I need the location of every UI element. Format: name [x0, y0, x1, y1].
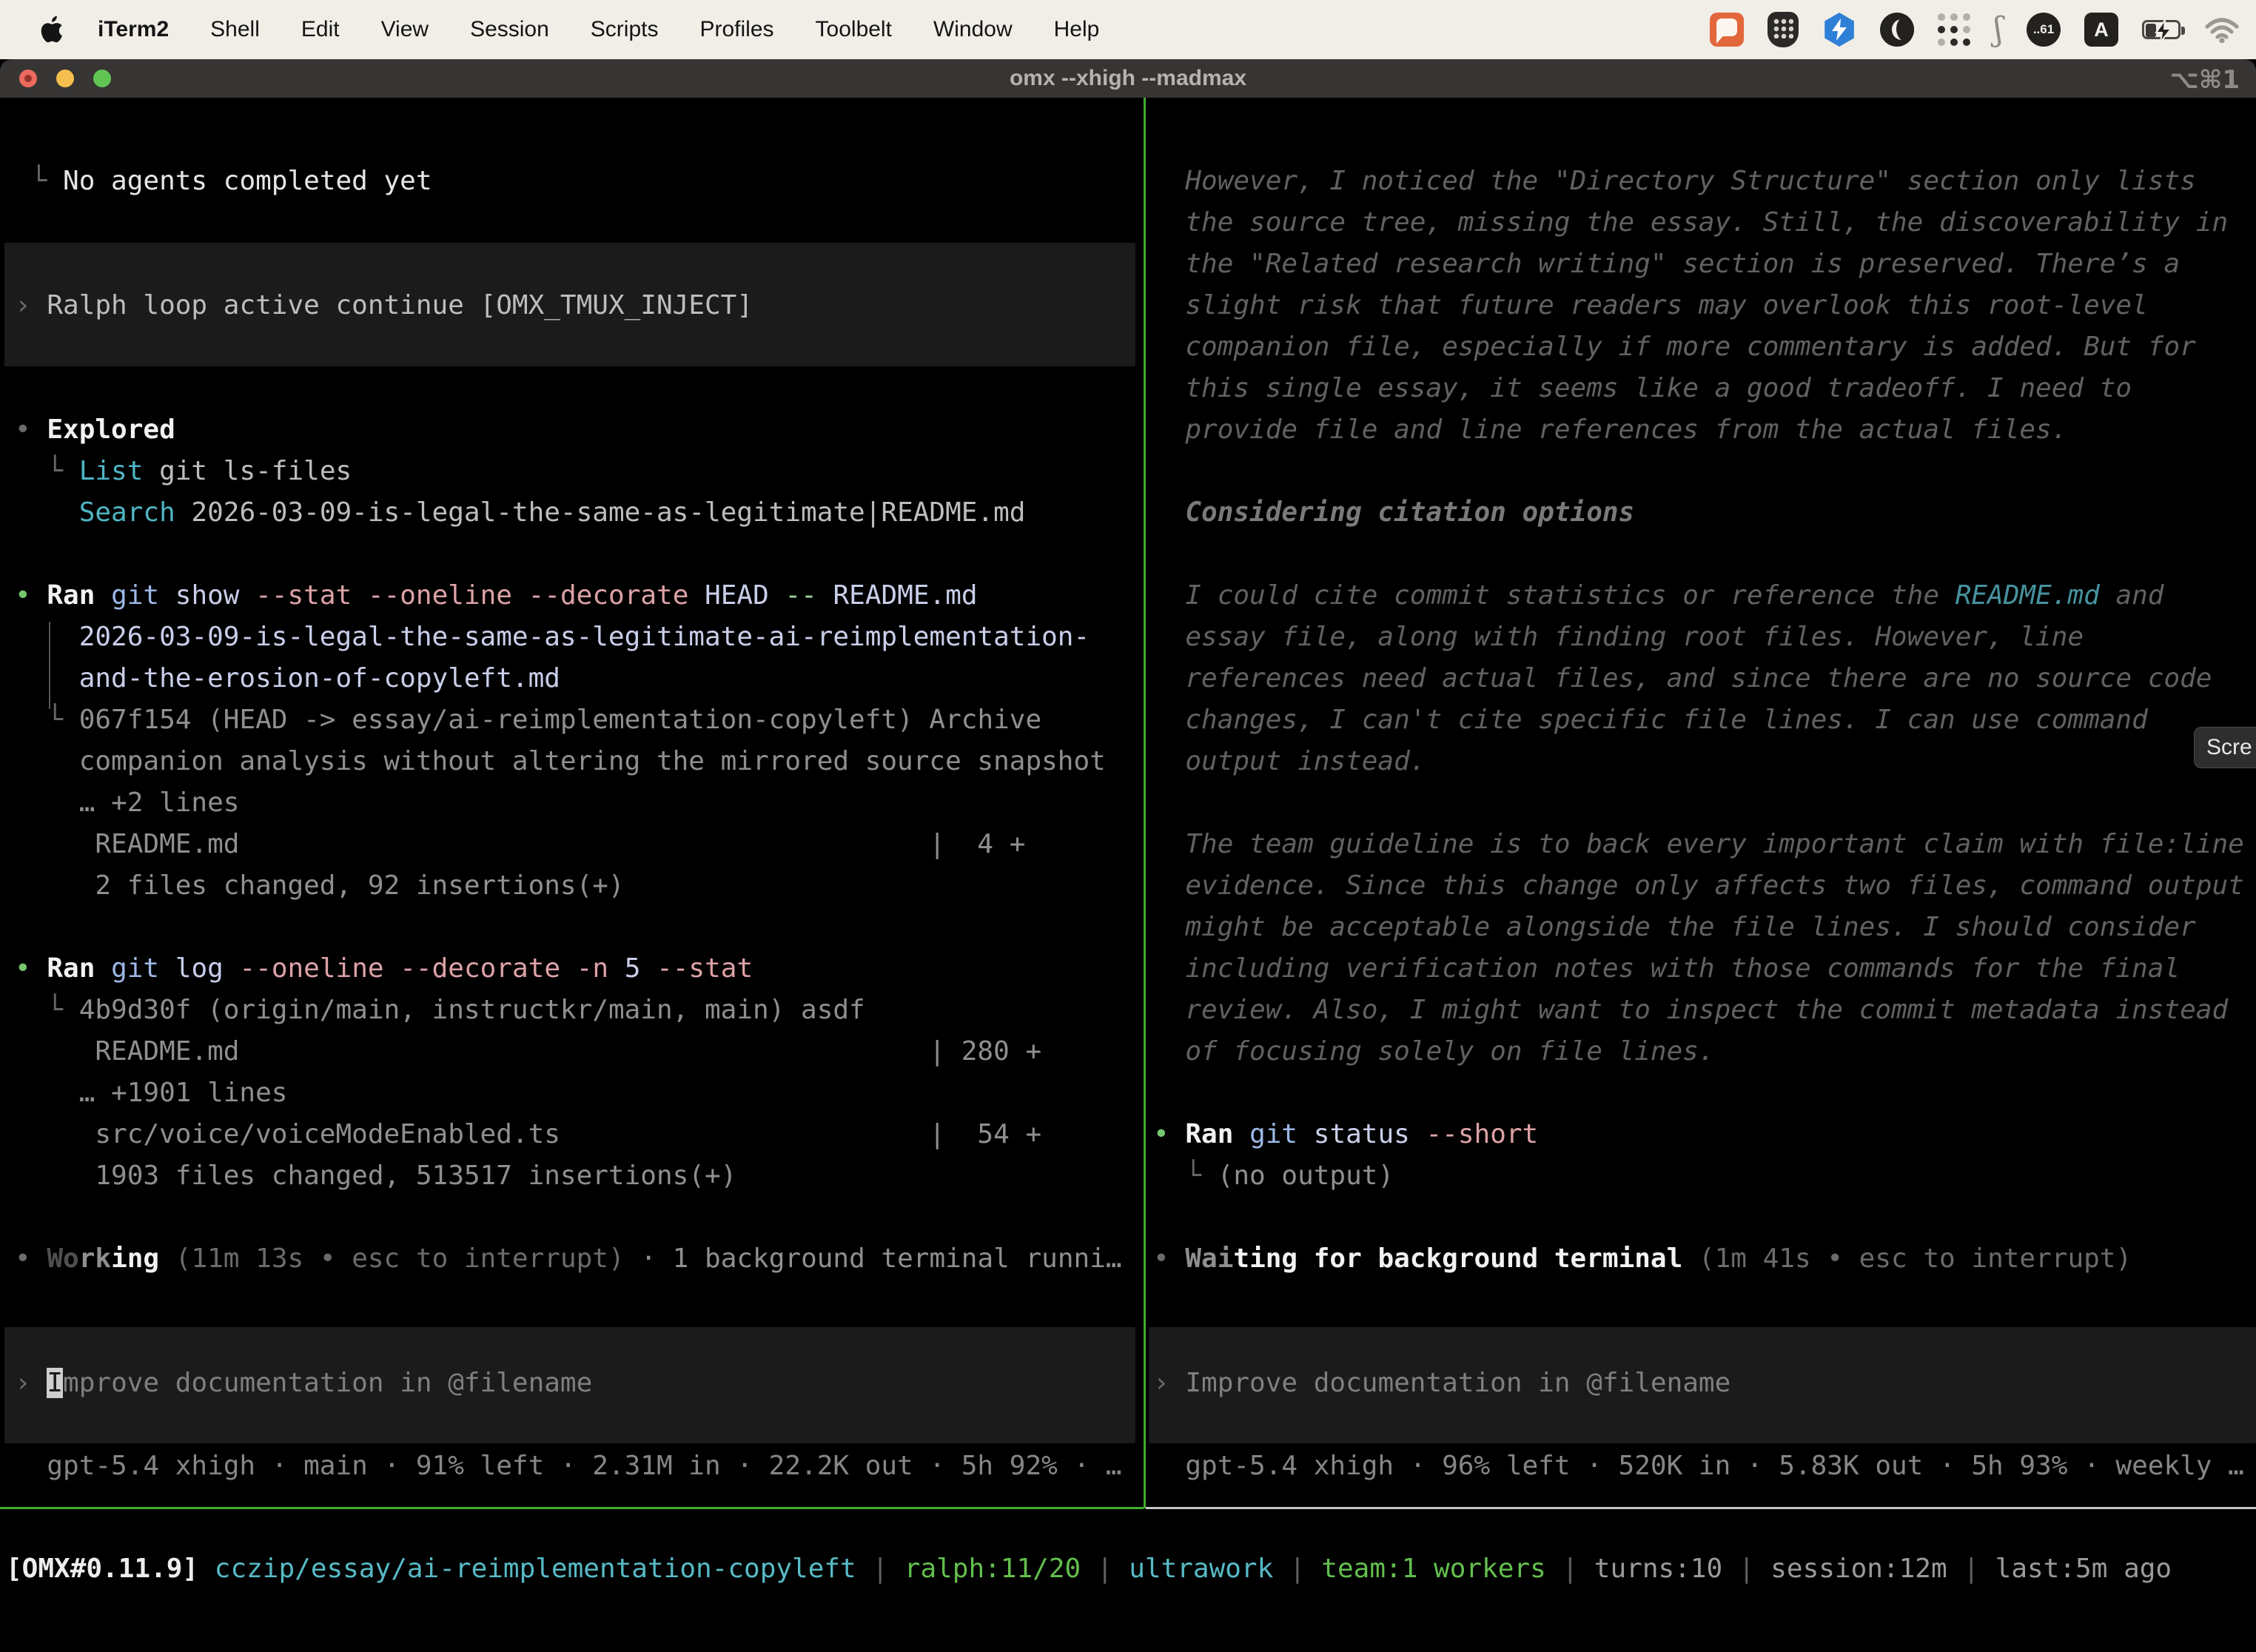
pane-border-bottom-active	[0, 1507, 1144, 1509]
iterm-window: omx --xhigh --madmax ⌥⌘1 └ No agents com…	[0, 59, 2256, 1652]
terminal-line: changes, I can't cite specific file line…	[1153, 699, 2148, 741]
terminal-line: the source tree, missing the essay. Stil…	[1153, 202, 2228, 244]
terminal-line: this single essay, it seems like a good …	[1153, 368, 2132, 409]
menu-status-icons: ʃ ..61 A	[1710, 12, 2256, 47]
terminal-line: • Explored	[15, 409, 175, 451]
moon-icon[interactable]	[1880, 13, 1914, 47]
terminal-line: However, I noticed the "Directory Struct…	[1153, 161, 2196, 202]
screen-overlay-tooltip: Scre	[2194, 727, 2256, 768]
terminal-line: └ List git ls-files	[15, 451, 352, 492]
terminal-line: └ 4b9d30f (origin/main, instructkr/main,…	[15, 990, 865, 1031]
menu-item-session[interactable]: Session	[449, 17, 570, 42]
dots-grid-icon[interactable]	[1938, 13, 1970, 46]
hook-icon[interactable]: ʃ	[1994, 13, 2003, 47]
terminal-line: README.md | 4 +	[15, 824, 1025, 865]
terminal-line: provide file and line references from th…	[1153, 409, 2067, 451]
terminal-line: I could cite commit statistics or refere…	[1153, 575, 2163, 617]
menu-item-toolbelt[interactable]: Toolbelt	[795, 17, 913, 42]
menu-item-scripts[interactable]: Scripts	[570, 17, 679, 42]
terminal-line: … +1901 lines	[15, 1072, 287, 1114]
terminal-line: of focusing solely on file lines.	[1153, 1031, 1715, 1072]
terminal-line: • Waiting for background terminal (1m 41…	[1153, 1238, 2132, 1280]
circle-61-icon[interactable]: ..61	[2027, 13, 2061, 47]
terminal-line: the "Related research writing" section i…	[1153, 244, 2180, 285]
terminal-line: • Ran git status --short	[1153, 1114, 1538, 1155]
terminal-line: slight risk that future readers may over…	[1153, 285, 2148, 326]
chat-icon[interactable]	[1710, 13, 1744, 47]
apple-logo-icon[interactable]	[38, 15, 64, 44]
terminal-line: 2026-03-09-is-legal-the-same-as-legitima…	[15, 617, 1090, 658]
terminal-line: • Ran git show --stat --oneline --decora…	[15, 575, 978, 617]
terminal-line: 2 files changed, 92 insertions(+)	[15, 865, 625, 907]
wifi-icon[interactable]	[2204, 16, 2240, 43]
terminal-line: gpt-5.4 xhigh · main · 91% left · 2.31M …	[15, 1446, 1122, 1487]
terminal-line: › Improve documentation in @filename	[15, 1363, 592, 1404]
battery-icon[interactable]	[2142, 20, 2181, 39]
pane-divider-vertical[interactable]	[1144, 98, 1146, 1508]
pane-border-bottom-inactive	[1146, 1507, 2256, 1509]
terminal-line: The team guideline is to back every impo…	[1153, 824, 2244, 865]
menu-item-window[interactable]: Window	[913, 17, 1033, 42]
terminal-line: src/voice/voiceModeEnabled.ts | 54 +	[15, 1114, 1041, 1155]
terminal-line: 1903 files changed, 513517 insertions(+)	[15, 1155, 736, 1197]
menu-item-profiles[interactable]: Profiles	[679, 17, 794, 42]
terminal-line: essay file, along with finding root file…	[1153, 617, 2084, 658]
terminal-line: └ (no output)	[1153, 1155, 1394, 1197]
terminal-line: Search 2026-03-09-is-legal-the-same-as-l…	[15, 492, 1025, 534]
menu-item-help[interactable]: Help	[1033, 17, 1121, 42]
terminal-line: • Ran git log --oneline --decorate -n 5 …	[15, 948, 753, 990]
terminal-line: review. Also, I might want to inspect th…	[1153, 990, 2228, 1031]
terminal-line: … +2 lines	[15, 782, 239, 824]
terminal-area: └ No agents completed yet › Ralph loop ac…	[0, 98, 2256, 1652]
terminal-line: evidence. Since this change only affects…	[1153, 865, 2244, 907]
terminal-line: and-the-erosion-of-copyleft.md	[15, 658, 560, 699]
hex-bolt-icon[interactable]	[1822, 13, 1856, 47]
terminal-line: including verification notes with those …	[1153, 948, 2180, 990]
window-title-bar[interactable]: omx --xhigh --madmax ⌥⌘1	[0, 59, 2256, 98]
menu-items: iTerm2ShellEditViewSessionScriptsProfile…	[98, 17, 1120, 42]
terminal-line: └ 067f154 (HEAD -> essay/ai-reimplementa…	[15, 699, 1041, 741]
menu-item-iterm2[interactable]: iTerm2	[98, 17, 189, 42]
terminal-line: references need actual files, and since …	[1153, 658, 2212, 699]
terminal-line: › Ralph loop active continue [OMX_TMUX_I…	[15, 285, 753, 326]
terminal-line: companion analysis without altering the …	[15, 741, 1106, 782]
menu-item-view[interactable]: View	[360, 17, 449, 42]
shield-grid-icon[interactable]	[1767, 12, 1799, 47]
terminal-line: companion file, especially if more comme…	[1153, 326, 2196, 368]
terminal-line: Considering citation options	[1153, 492, 1634, 534]
terminal-line: output instead.	[1153, 741, 1426, 782]
terminal-line: README.md | 280 +	[15, 1031, 1041, 1072]
keyboard-a-icon[interactable]: A	[2084, 13, 2118, 47]
terminal-line: › Improve documentation in @filename	[1153, 1363, 1730, 1404]
menu-bar: iTerm2ShellEditViewSessionScriptsProfile…	[0, 0, 2256, 59]
window-title: omx --xhigh --madmax	[0, 66, 2256, 91]
terminal-line: • Working (11m 13s • esc to interrupt) ·…	[15, 1238, 1122, 1280]
terminal-line: └ No agents completed yet	[15, 161, 432, 202]
menu-item-shell[interactable]: Shell	[189, 17, 281, 42]
terminal-line: might be acceptable alongside the file l…	[1153, 907, 2196, 948]
terminal-line: gpt-5.4 xhigh · 96% left · 520K in · 5.8…	[1153, 1446, 2244, 1487]
menu-item-edit[interactable]: Edit	[281, 17, 360, 42]
window-shortcut-badge: ⌥⌘1	[2170, 65, 2240, 95]
omx-status-bar: [OMX#0.11.9] cczip/essay/ai-reimplementa…	[6, 1548, 2172, 1590]
